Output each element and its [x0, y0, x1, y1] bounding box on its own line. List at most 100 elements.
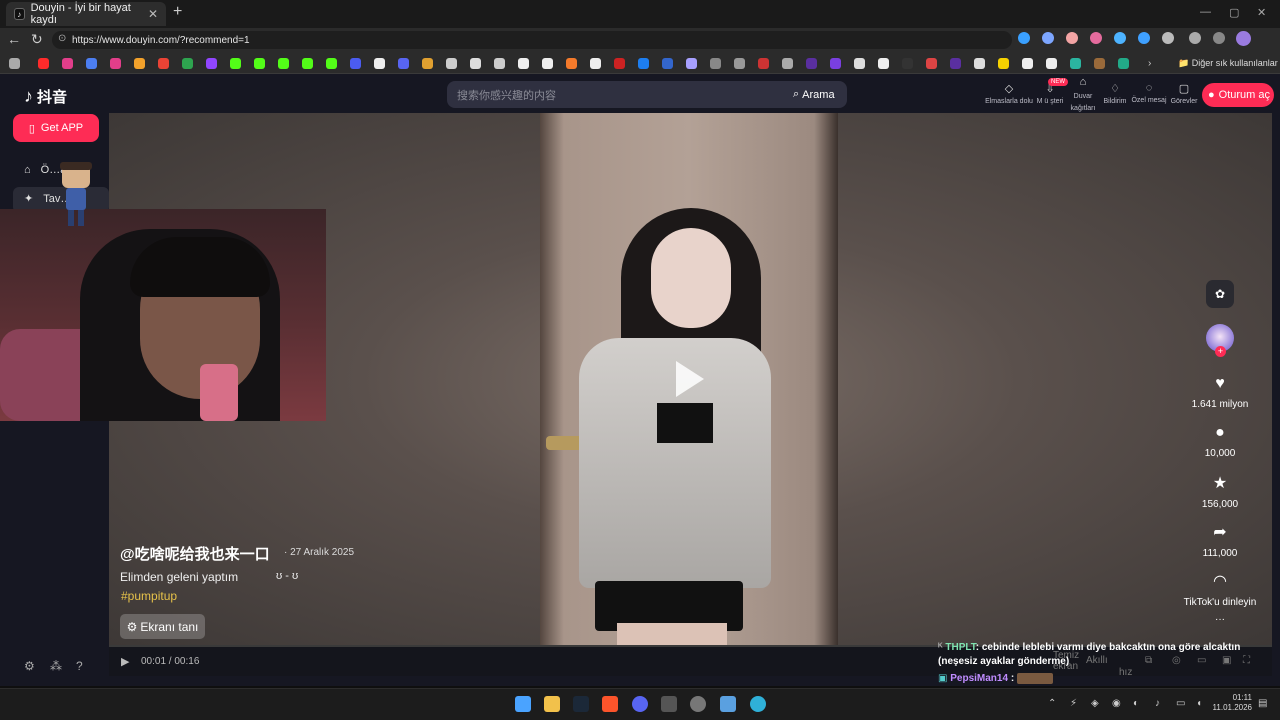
bookmark-icon[interactable]	[950, 58, 961, 69]
edge-icon[interactable]	[750, 696, 766, 712]
play-icon[interactable]	[676, 361, 704, 397]
bookmark-icon[interactable]	[974, 58, 985, 69]
bookmark-icon[interactable]	[854, 58, 865, 69]
bookmark-icon[interactable]	[926, 58, 937, 69]
identify-screen-button[interactable]: ⚙ Ekranı tanı	[120, 614, 205, 639]
bookmark-icon[interactable]	[1118, 58, 1129, 69]
url-input[interactable]: ⊙ https://www.douyin.com/?recommend=1	[52, 31, 1012, 49]
ai-button[interactable]: ✿	[1206, 280, 1234, 308]
download-icon[interactable]	[1213, 32, 1225, 44]
login-button[interactable]: ● Oturum aç	[1202, 83, 1274, 107]
bookmark-icon[interactable]	[614, 58, 625, 69]
back-button[interactable]: ←	[7, 31, 21, 47]
bookmark-icon[interactable]	[830, 58, 841, 69]
gmail-bookmark-icon[interactable]	[158, 58, 169, 69]
chevron-right-icon[interactable]: ›	[1148, 58, 1151, 69]
bookmark-icon[interactable]	[302, 58, 313, 69]
extension-icon[interactable]	[1066, 32, 1078, 44]
bookmark-icon[interactable]	[542, 58, 553, 69]
notification-center-icon[interactable]: ▤	[1258, 698, 1267, 709]
extension-icon[interactable]	[1114, 32, 1126, 44]
tray-chevron-icon[interactable]: ⌃	[1048, 698, 1056, 709]
bookmark-icon[interactable]	[782, 58, 793, 69]
video-hashtag[interactable]: #pumpitup	[121, 589, 177, 603]
obs-icon[interactable]	[690, 696, 706, 712]
extension-icon[interactable]	[1090, 32, 1102, 44]
bookmark-icon[interactable]	[350, 58, 361, 69]
extension-icon[interactable]	[1018, 32, 1030, 44]
kick-bookmark-icon[interactable]	[278, 58, 289, 69]
profile-avatar[interactable]	[1236, 31, 1251, 46]
listen-button[interactable]: ◠ TikTok'u dinleyin	[1180, 571, 1260, 608]
steam-icon[interactable]	[573, 696, 589, 712]
bookmark-icon[interactable]	[326, 58, 337, 69]
bookmark-icon[interactable]	[518, 58, 529, 69]
bookmark-icon[interactable]	[662, 58, 673, 69]
settings-icon[interactable]: ⚙	[24, 659, 35, 673]
start-button[interactable]	[515, 696, 531, 712]
bookmark-icon[interactable]	[878, 58, 889, 69]
comment-button[interactable]: ● 10,000	[1180, 424, 1260, 459]
extensions-icon[interactable]	[1162, 32, 1174, 44]
instagram-bookmark-icon[interactable]	[62, 58, 73, 69]
new-tab-button[interactable]: +	[173, 3, 182, 21]
bookmark-icon[interactable]	[734, 58, 745, 69]
other-bookmarks-folder[interactable]: 📁 Diğer sık kullanılanlar	[1178, 58, 1278, 69]
extension-icon[interactable]	[1138, 32, 1150, 44]
tray-steam-icon[interactable]: ◉	[1112, 698, 1121, 709]
bookmark-icon[interactable]	[710, 58, 721, 69]
favorite-button[interactable]: ★ 156,000	[1180, 473, 1260, 510]
minimize-button[interactable]: —	[1200, 6, 1211, 18]
play-pause-button[interactable]: ▶	[121, 655, 129, 668]
bookmark-icon[interactable]	[1022, 58, 1033, 69]
site-info-icon[interactable]: ⊙	[58, 33, 66, 44]
twitch-bookmark-icon[interactable]	[206, 58, 217, 69]
maximize-button[interactable]: ▢	[1229, 6, 1239, 19]
file-explorer-icon[interactable]	[544, 696, 560, 712]
bookmark-icon[interactable]	[638, 58, 649, 69]
bookmark-icon[interactable]	[758, 58, 769, 69]
tab-close-icon[interactable]: ✕	[148, 7, 158, 21]
bookmark-icon[interactable]	[182, 58, 193, 69]
search-button[interactable]: ⌕ Arama	[793, 81, 847, 108]
tray-mic-icon[interactable]: ♪	[1155, 698, 1160, 709]
tray-app-icon[interactable]: ⚡	[1070, 698, 1077, 709]
reload-button[interactable]: ↻	[31, 31, 43, 48]
grid-icon[interactable]: ⁂	[50, 659, 62, 673]
search-input[interactable]: 搜索你感兴趣的内容	[447, 81, 847, 108]
youtube-bookmark-icon[interactable]	[38, 58, 49, 69]
tray-audio-icon[interactable]: ◐	[1133, 698, 1139, 709]
bookmark-icon[interactable]	[398, 58, 409, 69]
bookmark-icon[interactable]	[494, 58, 505, 69]
instagram-bookmark-icon[interactable]	[110, 58, 121, 69]
network-icon[interactable]: ▭	[1176, 698, 1185, 709]
volume-icon[interactable]: ◖	[1196, 698, 1202, 709]
help-icon[interactable]: ?	[76, 659, 83, 673]
discord-icon[interactable]	[632, 696, 648, 712]
extension-icon[interactable]	[1042, 32, 1054, 44]
app-icon[interactable]	[720, 696, 736, 712]
bookmark-icon[interactable]	[902, 58, 913, 69]
douyin-logo[interactable]: ♪ 抖音	[24, 86, 67, 107]
app-icon[interactable]	[661, 696, 677, 712]
bookmark-icon[interactable]	[446, 58, 457, 69]
bookmark-icon[interactable]	[686, 58, 697, 69]
bookmark-icon[interactable]	[1094, 58, 1105, 69]
get-app-button[interactable]: ▯ Get APP	[13, 114, 99, 142]
bookmark-icon[interactable]	[470, 58, 481, 69]
bookmark-icon[interactable]	[86, 58, 97, 69]
x-bookmark-icon[interactable]	[374, 58, 385, 69]
bookmark-icon[interactable]	[566, 58, 577, 69]
bookmark-icon[interactable]	[1046, 58, 1057, 69]
follow-plus-icon[interactable]: +	[1215, 346, 1226, 357]
share-button[interactable]: ➦ 111,000	[1180, 522, 1260, 559]
tray-app-icon[interactable]: ◈	[1091, 698, 1099, 709]
settings-icon[interactable]	[1189, 32, 1201, 44]
browser-tab[interactable]: ♪ Douyin - İyi bir hayat kaydı ✕	[6, 2, 166, 26]
video-author[interactable]: @吃啥呢给我也来一口	[120, 543, 270, 564]
brave-icon[interactable]	[602, 696, 618, 712]
like-button[interactable]: ♥ 1.641 milyon	[1180, 375, 1260, 410]
bookmark-icon[interactable]	[422, 58, 433, 69]
bookmark-icon[interactable]	[806, 58, 817, 69]
bookmark-icon[interactable]	[134, 58, 145, 69]
